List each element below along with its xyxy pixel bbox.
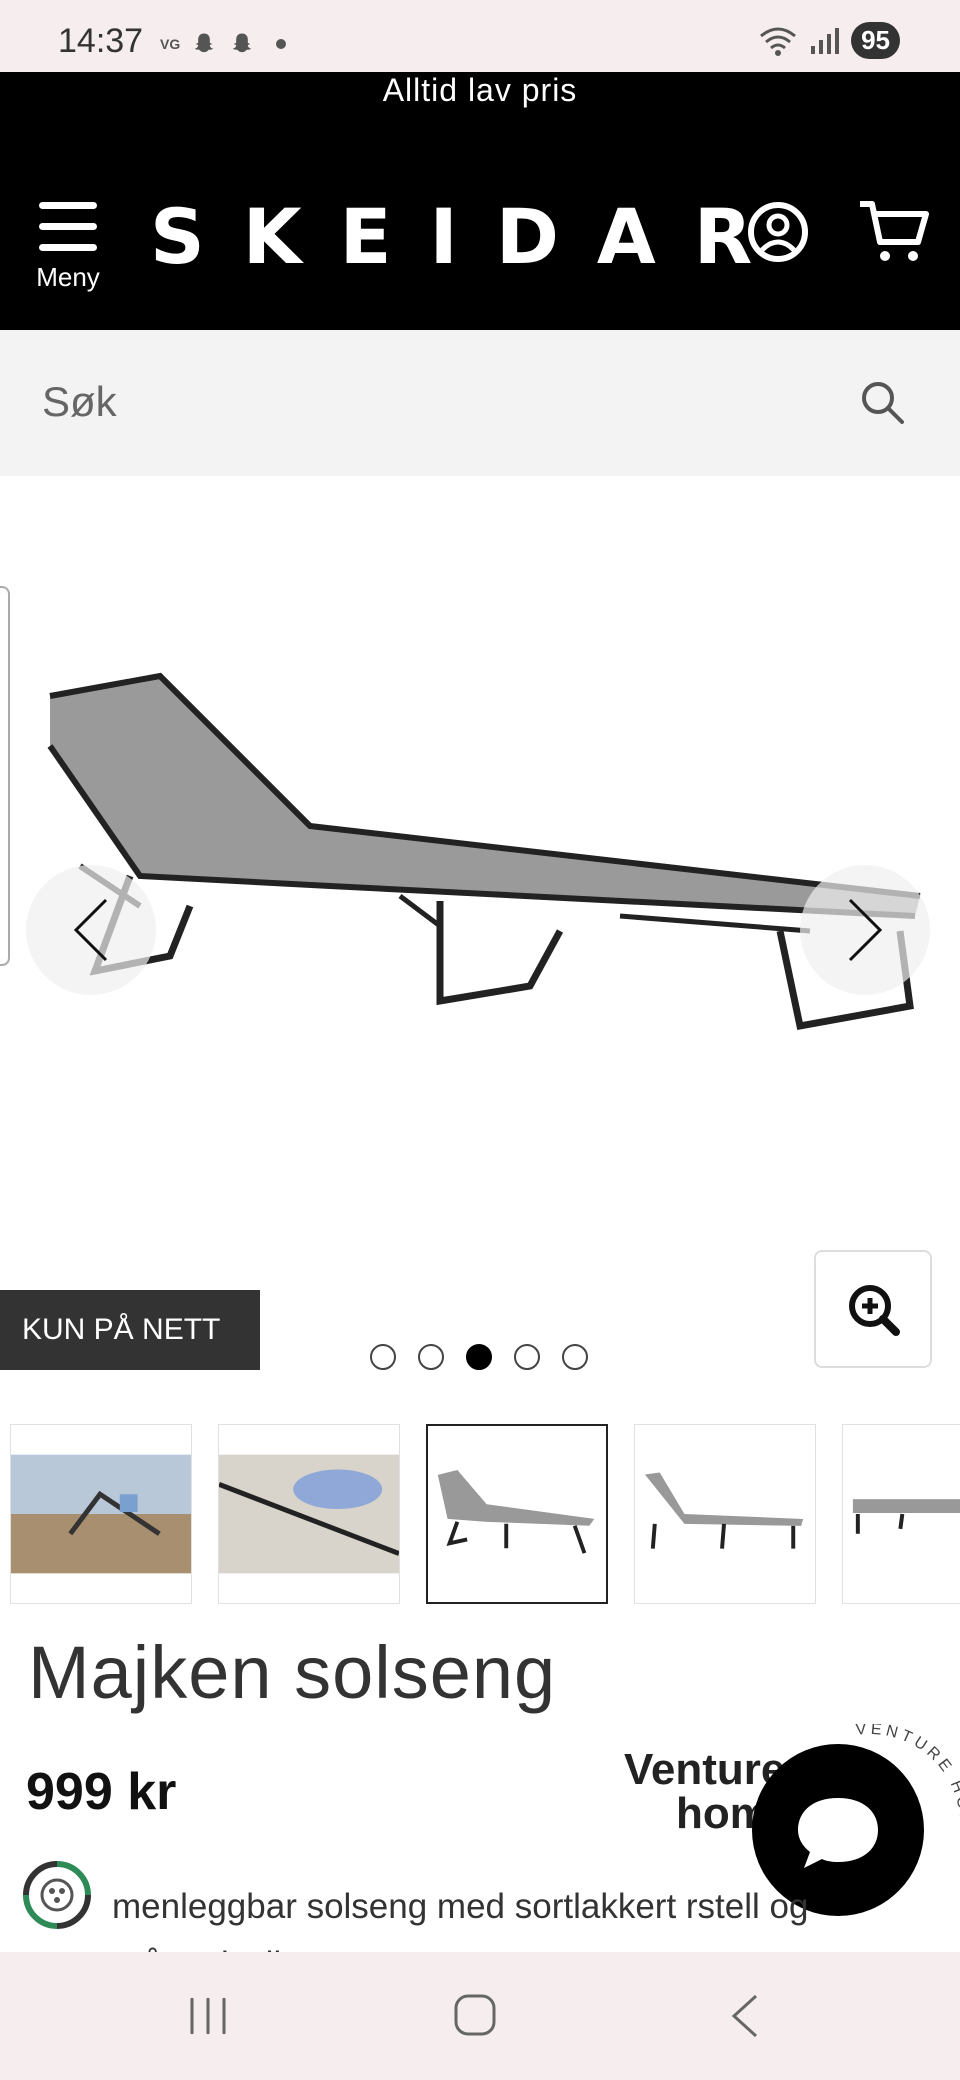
thumbnail-image xyxy=(219,1454,399,1574)
vg-app-icon: VG xyxy=(160,36,181,52)
status-bar: 14:37 VG 95 xyxy=(0,0,960,72)
cart-icon[interactable] xyxy=(858,198,930,264)
next-image-button[interactable] xyxy=(800,865,930,995)
account-icon[interactable] xyxy=(746,200,810,264)
search-icon[interactable] xyxy=(858,378,906,426)
zoom-button[interactable] xyxy=(814,1250,932,1368)
zoom-in-icon xyxy=(849,1285,900,1336)
recent-apps-icon[interactable] xyxy=(186,1994,230,2038)
product-price: 999 kr xyxy=(26,1763,177,1821)
promo-banner: Alltid lav pris xyxy=(382,72,578,108)
carousel-dot[interactable] xyxy=(418,1344,444,1370)
thumbnail-4[interactable] xyxy=(634,1424,816,1604)
chevron-left-icon xyxy=(73,898,108,962)
carousel-dot[interactable] xyxy=(562,1344,588,1370)
product-title: Majken solseng xyxy=(28,1631,557,1714)
wifi-icon xyxy=(760,27,797,56)
menu-button[interactable]: Meny xyxy=(30,202,106,293)
carousel-dot[interactable] xyxy=(370,1344,396,1370)
battery-indicator: 95 xyxy=(851,22,900,59)
online-only-badge: KUN PÅ NETT xyxy=(0,1290,260,1370)
thumbnail-strip xyxy=(0,1422,960,1604)
search-bar xyxy=(0,330,960,476)
android-nav-bar xyxy=(0,1952,960,2080)
system-icons: 95 xyxy=(759,22,900,59)
carousel-dot[interactable] xyxy=(514,1344,540,1370)
side-drawer-handle[interactable] xyxy=(0,586,10,966)
site-header: Alltid lav pris Meny SKEIDAR xyxy=(0,72,960,330)
back-icon[interactable] xyxy=(726,1992,766,2040)
thumbnail-5[interactable] xyxy=(842,1424,960,1604)
product-gallery: KUN PÅ NETT xyxy=(0,476,960,1416)
home-icon[interactable] xyxy=(452,1992,498,2038)
hamburger-icon xyxy=(39,202,97,252)
snapchat-icon xyxy=(232,33,252,53)
thumbnail-2[interactable] xyxy=(218,1424,400,1604)
eco-recycle-icon xyxy=(23,1861,91,1929)
thumbnail-image xyxy=(437,1470,595,1554)
menu-label: Meny xyxy=(36,262,100,292)
search-input[interactable] xyxy=(42,372,822,432)
carousel-dot-active[interactable] xyxy=(466,1344,492,1370)
snapchat-icon xyxy=(194,33,214,53)
thumbnail-image xyxy=(644,1472,804,1549)
thumbnail-image xyxy=(852,1499,960,1534)
thumbnail-1[interactable] xyxy=(10,1424,192,1604)
thumbnail-3-selected[interactable] xyxy=(426,1424,608,1604)
skeidar-logo[interactable]: SKEIDAR xyxy=(150,192,790,281)
previous-image-button[interactable] xyxy=(26,865,156,995)
chevron-right-icon xyxy=(848,898,883,962)
signal-icon xyxy=(811,27,840,54)
thumbnail-image xyxy=(11,1454,191,1574)
notification-icons: VG xyxy=(160,30,287,58)
carousel-dots xyxy=(370,1344,588,1370)
status-time: 14:37 xyxy=(58,22,144,60)
more-notifications-dot xyxy=(276,39,287,49)
